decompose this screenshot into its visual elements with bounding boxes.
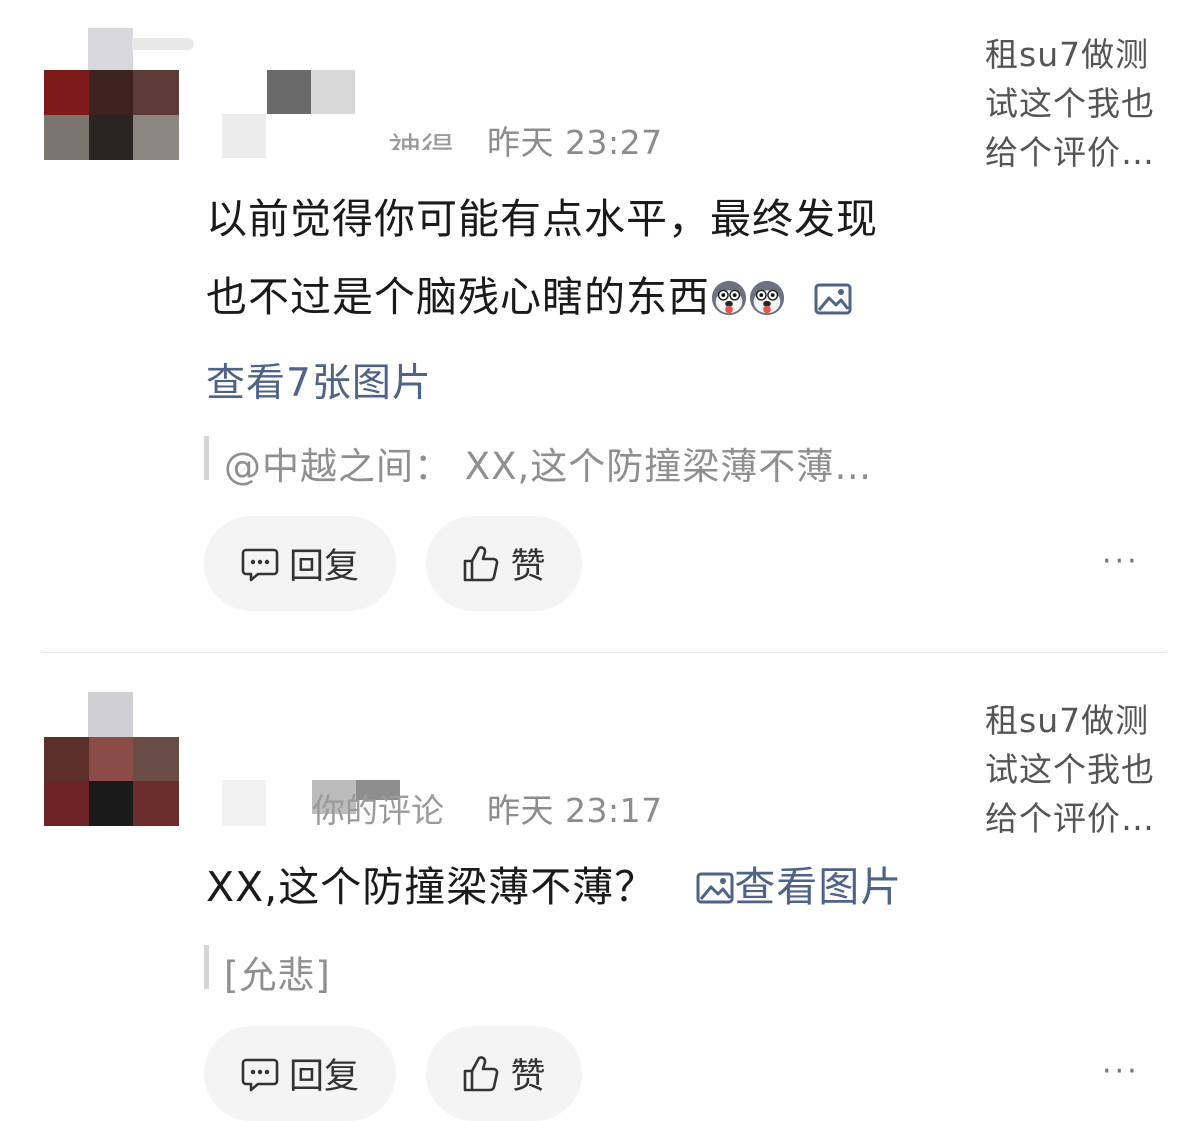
reply-label: 回复: [288, 547, 359, 587]
quote-bar: [204, 436, 209, 480]
thumbs-up-icon: [464, 545, 499, 581]
like-button[interactable]: 赞: [426, 516, 582, 611]
comment-icon: [241, 1058, 279, 1091]
avatar[interactable]: [44, 28, 194, 160]
comment-text: 以前觉得你可能有点水平，最终发现 也不过是个脑残心瞎的东西: [206, 180, 878, 336]
comment-text-content: XX,这个防撞梁薄不薄？: [206, 863, 657, 911]
thumbs-up-icon: [464, 1055, 499, 1091]
husky-emoji-icon: [711, 280, 747, 316]
image-icon: [696, 872, 734, 904]
more-options-button[interactable]: ···: [1102, 1054, 1140, 1089]
reply-button[interactable]: 回复: [204, 516, 396, 611]
author-name-partial: 神得: [388, 130, 454, 150]
author-name-partial: 你的评论: [312, 791, 444, 830]
post-preview[interactable]: 租su7做测试这个我也给个评价…: [985, 30, 1170, 177]
quoted-reply[interactable]: @中越之间： XX,这个防撞梁薄不薄…: [224, 436, 872, 490]
view-image-link[interactable]: 查看图片: [696, 863, 902, 911]
like-button[interactable]: 赞: [426, 1026, 582, 1121]
quote-bar: [204, 945, 209, 989]
comment-text-line-content: 也不过是个脑残心瞎的东西: [206, 273, 710, 321]
like-label: 赞: [510, 547, 546, 587]
divider: [42, 652, 1166, 653]
reply-button[interactable]: 回复: [204, 1026, 396, 1121]
avatar[interactable]: [44, 692, 179, 826]
post-preview[interactable]: 租su7做测试这个我也给个评价…: [985, 696, 1170, 843]
comment-text: XX,这个防撞梁薄不薄？ 查看图片: [206, 848, 902, 926]
comment-text-line: 也不过是个脑残心瞎的东西: [206, 258, 878, 336]
quoted-reply[interactable]: [允悲]: [224, 945, 331, 999]
view-image-label: 查看图片: [734, 863, 903, 911]
husky-emoji-icon: [749, 280, 785, 316]
like-label: 赞: [510, 1057, 546, 1097]
image-icon[interactable]: [814, 283, 852, 315]
more-options-button[interactable]: ···: [1102, 544, 1140, 579]
comment-text-line: 以前觉得你可能有点水平，最终发现: [206, 195, 878, 243]
reply-label: 回复: [288, 1057, 359, 1097]
comment-time: 昨天 23:17: [487, 791, 663, 830]
comment-time: 昨天 23:27: [487, 123, 663, 162]
comment-icon: [241, 548, 279, 581]
view-images-link[interactable]: 查看7张图片: [206, 352, 432, 408]
